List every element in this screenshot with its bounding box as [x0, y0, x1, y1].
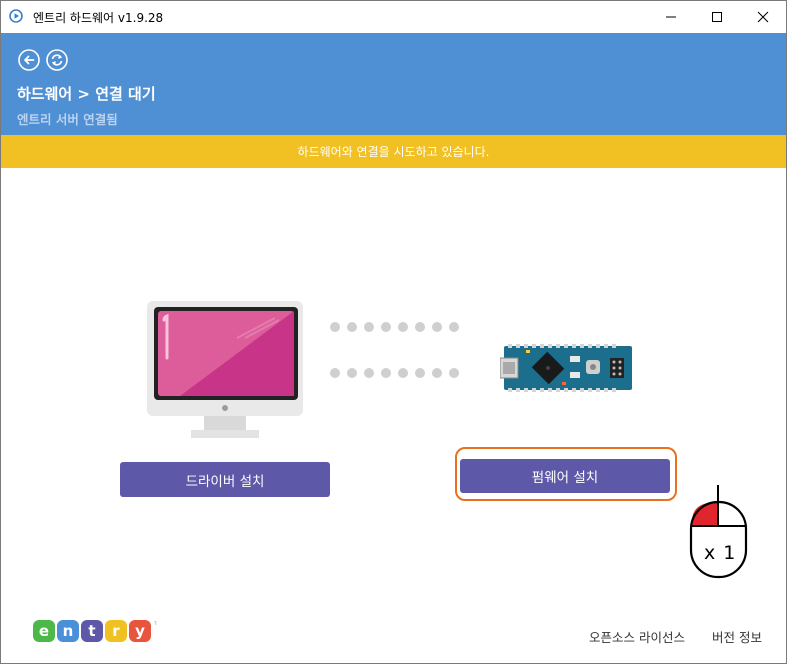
play-circle-icon	[9, 9, 23, 23]
minimize-icon	[666, 16, 676, 18]
svg-text:e: e	[39, 622, 49, 640]
arduino-board-icon	[500, 344, 632, 392]
connection-dots	[330, 322, 459, 378]
driver-install-button[interactable]: 드라이버 설치	[120, 462, 330, 497]
firmware-install-label: 펌웨어 설치	[531, 470, 599, 486]
window-title: 엔트리 하드웨어 v1.9.28	[33, 11, 164, 25]
app-window: 엔트리 하드웨어 v1.9.28 하드웨어 > 연결 대기 엔트리 서버 연결됨…	[0, 0, 787, 664]
maximize-button[interactable]	[694, 1, 740, 33]
close-button[interactable]	[740, 1, 786, 33]
click-count: x 1	[704, 542, 737, 564]
minimize-button[interactable]	[648, 1, 694, 33]
server-status: 엔트리 서버 연결됨	[17, 112, 118, 127]
entry-logo[interactable]: e n t r y TM	[33, 619, 157, 643]
driver-install-label: 드라이버 설치	[185, 473, 265, 490]
firmware-install-button[interactable]: 펌웨어 설치	[460, 459, 670, 493]
breadcrumb: 하드웨어 > 연결 대기	[17, 85, 156, 103]
maximize-icon	[712, 12, 722, 22]
svg-text:r: r	[112, 622, 120, 640]
open-source-license-link[interactable]: 오픈소스 라이선스	[589, 627, 685, 646]
svg-text:y: y	[135, 622, 145, 640]
banner-message: 하드웨어와 연결을 시도하고 있습니다.	[297, 145, 490, 159]
mouse-left-click-icon	[689, 485, 748, 579]
title-bar[interactable]: 엔트리 하드웨어 v1.9.28	[1, 1, 786, 33]
svg-text:TM: TM	[153, 621, 157, 626]
connection-banner: 하드웨어와 연결을 시도하고 있습니다.	[1, 135, 786, 168]
close-icon	[757, 11, 769, 23]
refresh-icon[interactable]	[46, 49, 68, 71]
version-info-link[interactable]: 버전 정보	[712, 627, 762, 646]
svg-text:t: t	[88, 622, 95, 640]
computer-icon	[147, 301, 303, 438]
back-arrow-icon[interactable]	[18, 49, 40, 71]
svg-text:n: n	[63, 622, 74, 640]
header: 하드웨어 > 연결 대기 엔트리 서버 연결됨	[1, 33, 786, 135]
